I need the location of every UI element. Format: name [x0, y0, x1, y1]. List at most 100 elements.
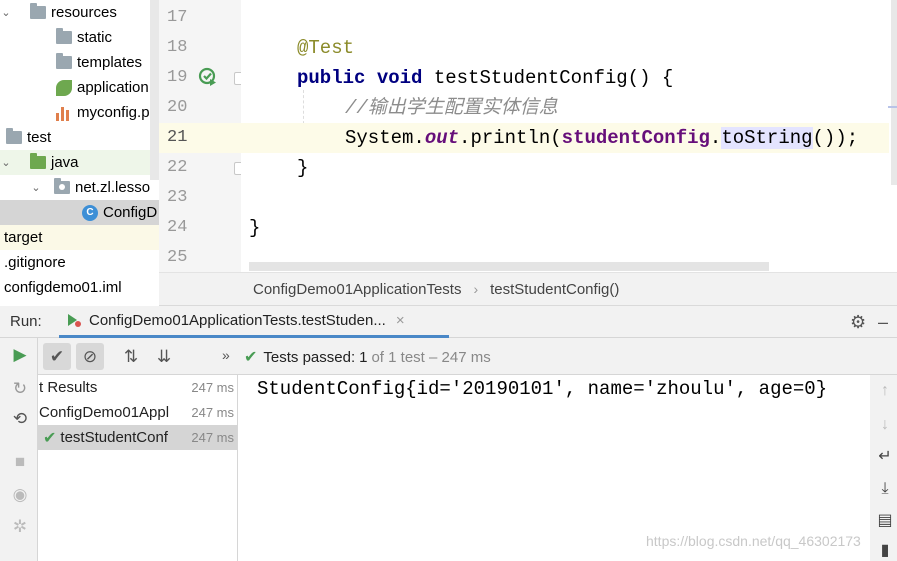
spring-properties-icon	[56, 79, 72, 96]
run-test-gutter-icon[interactable]	[198, 67, 218, 87]
run-tab-title: ConfigDemo01ApplicationTests.testStuden.…	[89, 312, 386, 329]
test-result-time: 247 ms	[191, 405, 234, 420]
folder-icon	[56, 28, 72, 44]
method-signature: testStudentConfig() {	[422, 67, 674, 89]
minimize-icon[interactable]: –	[878, 312, 897, 333]
tree-item-configdemo-class[interactable]: C ConfigD	[0, 200, 159, 225]
line-number: 23	[167, 188, 188, 207]
rerun-icon[interactable]: ▶	[9, 344, 31, 366]
line-number: 19	[167, 68, 188, 87]
check-icon: ✔	[43, 429, 57, 447]
check-icon: ✔	[244, 349, 258, 366]
test-status: ✔ Tests passed: 1 of 1 test – 247 ms	[244, 347, 491, 367]
gear-icon[interactable]: ⚙	[850, 312, 866, 333]
show-passed-icon[interactable]: ✔	[43, 343, 71, 370]
line-number: 22	[167, 158, 188, 177]
line-number: 18	[167, 38, 188, 57]
editor-horizontal-scrollbar[interactable]	[249, 262, 769, 271]
code-line-19: public void testStudentConfig() {	[241, 63, 889, 93]
breadcrumb-separator: ›	[473, 281, 479, 297]
tree-item-templates[interactable]: templates	[0, 50, 159, 75]
status-detail: of 1 test – 247 ms	[371, 348, 491, 366]
project-tree: ⌄ resources static templates application…	[0, 0, 159, 298]
test-result-root[interactable]: t Results 247 ms	[38, 375, 237, 400]
tree-item-package[interactable]: ⌄ net.zl.lesso	[0, 175, 159, 200]
code-line-18: @Test	[241, 33, 889, 63]
code-token: .println(	[459, 127, 562, 149]
tree-item-label: java	[51, 154, 79, 171]
more-icon[interactable]: »	[222, 347, 230, 363]
arrow-up-icon[interactable]: ↑	[875, 381, 895, 401]
tree-item-myconfig[interactable]: myconfig.p	[0, 100, 159, 125]
close-icon[interactable]: ×	[396, 312, 405, 329]
code-comment: //输出学生配置实体信息	[345, 97, 558, 119]
tree-item-label: myconfig.p	[77, 104, 150, 121]
test-result-class[interactable]: ConfigDemo01Appl 247 ms	[38, 400, 237, 425]
sort-alphabetically-icon[interactable]: ⇅	[117, 343, 145, 370]
test-result-method[interactable]: ✔ testStudentConf 247 ms	[38, 425, 237, 450]
tree-scrollbar[interactable]	[150, 0, 159, 180]
breadcrumb-class[interactable]: ConfigDemo01ApplicationTests	[253, 281, 461, 298]
line-number: 17	[167, 8, 188, 27]
tree-item-test[interactable]: test	[0, 125, 159, 150]
test-result-time: 247 ms	[191, 380, 234, 395]
print-icon[interactable]: ▤	[875, 511, 895, 531]
line-number: 20	[167, 98, 188, 117]
toggle-auto-test-icon[interactable]: ⟲	[9, 408, 31, 430]
line-number: 25	[167, 248, 188, 267]
status-label: Tests passed:	[263, 348, 356, 366]
code-token: .	[709, 127, 722, 149]
tree-item-label: static	[77, 29, 113, 46]
tree-item-iml[interactable]: configdemo01.iml	[0, 275, 159, 298]
test-result-name: testStudentConf	[60, 429, 168, 446]
line-number: 24	[167, 218, 188, 237]
code-token: out	[424, 127, 460, 149]
tree-item-label: .gitignore	[4, 254, 66, 271]
tree-item-label: application	[77, 79, 149, 96]
tree-item-gitignore[interactable]: .gitignore	[0, 250, 159, 275]
camera-icon[interactable]: ◉	[9, 484, 31, 506]
line-number-current: 21	[159, 123, 241, 153]
tree-item-target[interactable]: target	[0, 225, 159, 250]
tree-item-resources[interactable]: ⌄ resources	[0, 0, 159, 25]
tree-item-application[interactable]: application	[0, 75, 159, 100]
tree-item-label: net.zl.lesso	[75, 179, 151, 196]
chevron-down-icon[interactable]: ⌄	[0, 156, 12, 169]
rerun-failed-icon[interactable]: ↻	[9, 378, 31, 400]
console-right-toolbar: ↑ ↓ ↵ ⤓ ▤ ▮	[870, 375, 897, 561]
test-sources-folder-icon	[30, 153, 46, 169]
properties-file-icon	[56, 105, 72, 121]
code-line-20: //输出学生配置实体信息	[241, 93, 889, 123]
package-icon	[54, 178, 70, 194]
status-passed-count: 1	[359, 348, 368, 366]
soft-wrap-icon[interactable]: ↵	[875, 447, 895, 467]
test-result-time: 247 ms	[191, 430, 234, 445]
clear-icon[interactable]: ▮	[875, 541, 895, 561]
sort-by-duration-icon[interactable]: ⇊	[150, 343, 178, 370]
pin-icon[interactable]: ✲	[9, 516, 31, 538]
scroll-to-end-icon[interactable]: ⤓	[875, 479, 895, 499]
tree-item-label: ConfigD	[103, 204, 158, 221]
test-results-tree: t Results 247 ms ConfigDemo01Appl 247 ms…	[38, 375, 238, 561]
show-ignored-icon[interactable]: ⊘	[76, 343, 104, 370]
keyword: public	[297, 67, 366, 89]
breadcrumb-method[interactable]: testStudentConfig()	[490, 281, 619, 298]
chevron-down-icon[interactable]: ⌄	[30, 181, 42, 194]
stop-icon[interactable]: ■	[9, 451, 31, 473]
code-line-21-current: System.out.println(studentConfig.toStrin…	[241, 123, 889, 153]
annotation: @Test	[297, 37, 355, 59]
tree-item-java[interactable]: ⌄ java	[0, 150, 159, 175]
code-token: }	[297, 157, 309, 179]
tree-item-static[interactable]: static	[0, 25, 159, 50]
arrow-down-icon[interactable]: ↓	[875, 415, 895, 435]
console-line: StudentConfig{id='20190101', name='zhoul…	[257, 378, 828, 400]
run-left-toolbar: ▶ ↻ ⟲ ■ ◉ ✲	[0, 338, 38, 561]
class-icon: C	[82, 204, 98, 221]
run-tab[interactable]: ConfigDemo01ApplicationTests.testStuden.…	[59, 306, 449, 338]
chevron-down-icon[interactable]: ⌄	[0, 6, 12, 19]
tree-item-label: target	[4, 229, 43, 246]
scrollbar-marker	[888, 106, 897, 108]
editor-vertical-scrollbar[interactable]	[891, 0, 897, 185]
tree-item-label: configdemo01.iml	[4, 279, 122, 296]
test-result-name: t Results	[39, 379, 98, 396]
